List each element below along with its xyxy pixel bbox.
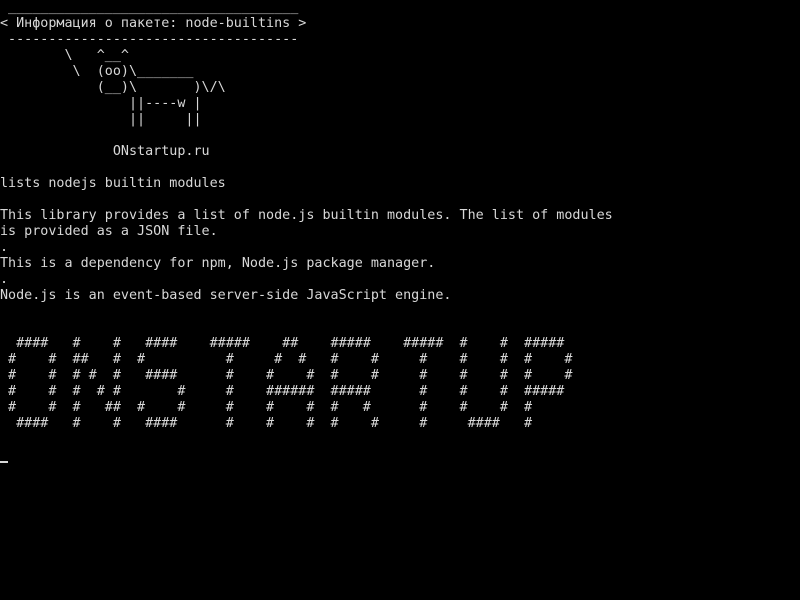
cow-art-line: ||----w | xyxy=(0,96,202,111)
cowsay-border-bottom: ------------------------------------ xyxy=(0,32,299,47)
banner-line: # # # ## # # # # # # # # # # # xyxy=(0,400,533,415)
cowsay-border-top: ____________________________________ xyxy=(0,0,299,15)
description-line: This is a dependency for npm, Node.js pa… xyxy=(0,256,436,271)
banner-line: # # # # # #### # # # # # # # # # # xyxy=(0,368,573,383)
terminal-window[interactable]: ____________________________________ < И… xyxy=(0,0,800,600)
cow-art-line: (__)\ )\/\ xyxy=(0,80,226,95)
site-signature: ONstartup.ru xyxy=(0,144,210,159)
cowsay-message: < Информация о пакете: node-builtins > xyxy=(0,16,307,31)
banner-line: # # ## # # # # # # # # # # # # xyxy=(0,352,573,367)
banner-line: #### # # #### ##### ## ##### ##### # # #… xyxy=(0,336,565,351)
cow-art-line: \ (oo)\_______ xyxy=(0,64,194,79)
text-cursor xyxy=(0,461,8,463)
banner-line: # # # # # # # ###### ##### # # # ##### xyxy=(0,384,565,399)
description-line: is provided as a JSON file. xyxy=(0,224,218,239)
description-line: . xyxy=(0,272,9,287)
package-summary: lists nodejs builtin modules xyxy=(0,176,226,191)
description-line: This library provides a list of node.js … xyxy=(0,208,613,223)
cow-art-line: || || xyxy=(0,112,202,127)
cow-art-line: \ ^__^ xyxy=(0,48,129,63)
description-line: . xyxy=(0,240,9,255)
banner-line: #### # # #### # # # # # # #### # xyxy=(0,416,533,431)
description-line: Node.js is an event-based server-side Ja… xyxy=(0,288,452,303)
